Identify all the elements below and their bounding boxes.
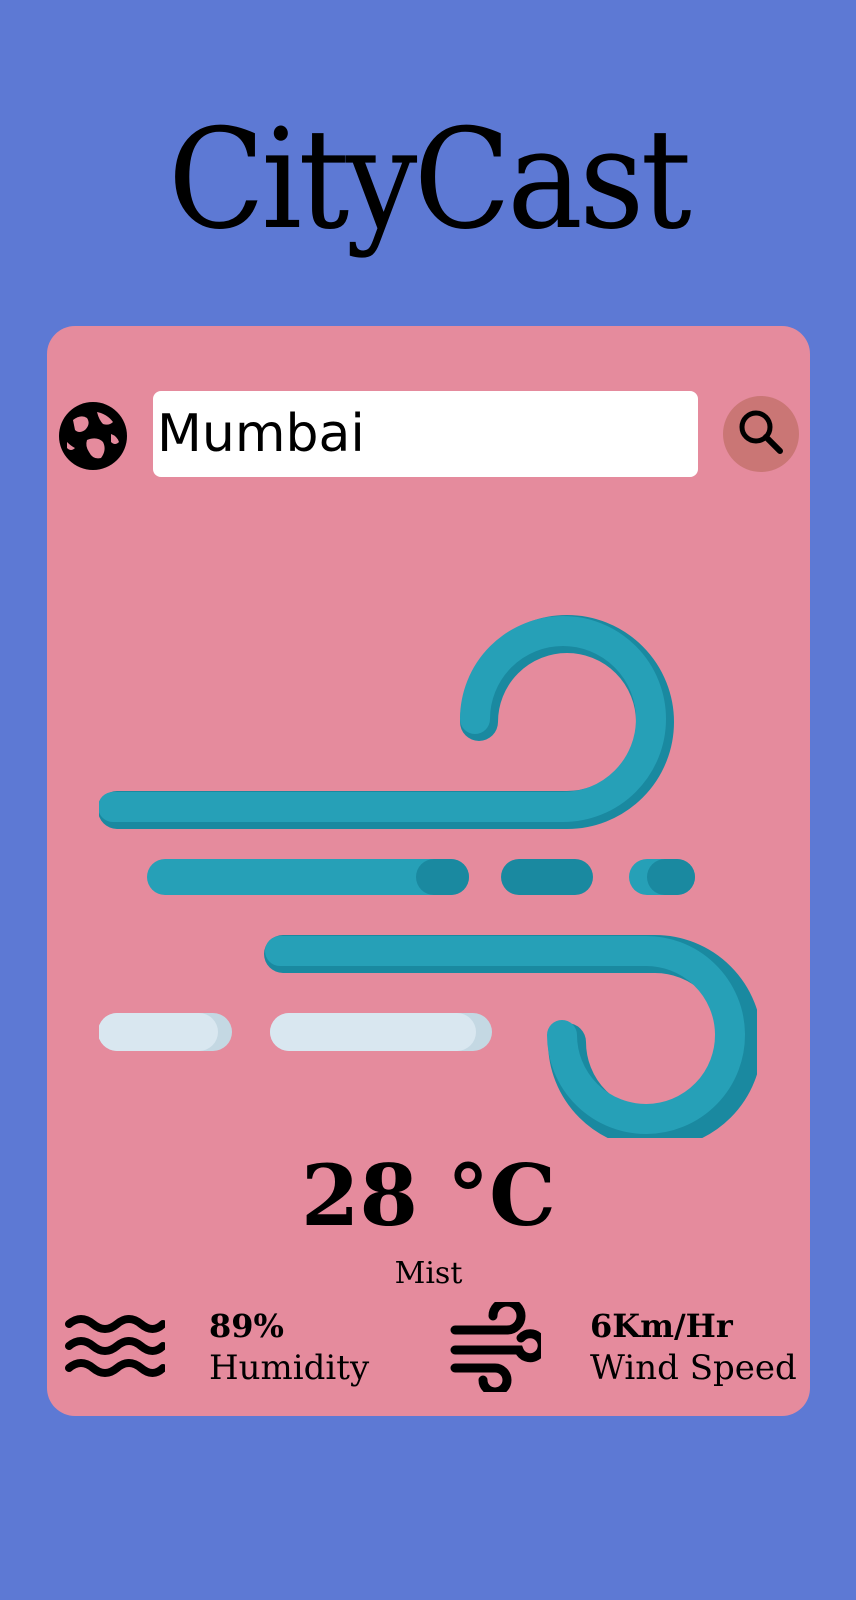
weather-condition: Mist	[394, 1256, 463, 1291]
temperature-value: 28 °C	[301, 1146, 556, 1245]
app-title: CityCast	[167, 99, 692, 260]
globe-icon	[57, 400, 129, 472]
wind-icon	[449, 1297, 547, 1397]
wind-speed-value: 6Km/Hr	[590, 1307, 733, 1345]
humidity-waves-icon	[65, 1310, 167, 1384]
city-search-input[interactable]	[153, 391, 698, 477]
wind-weather-illustration	[98, 614, 762, 1149]
search-icon	[734, 405, 788, 463]
wind-speed-label: Wind Speed	[590, 1348, 797, 1388]
weather-card: 28 °C Mist 89% Humidity 6Km/Hr Wind Spee…	[47, 326, 810, 1416]
search-button[interactable]	[723, 396, 799, 472]
humidity-label: Humidity	[209, 1348, 370, 1388]
humidity-value: 89%	[209, 1307, 284, 1345]
